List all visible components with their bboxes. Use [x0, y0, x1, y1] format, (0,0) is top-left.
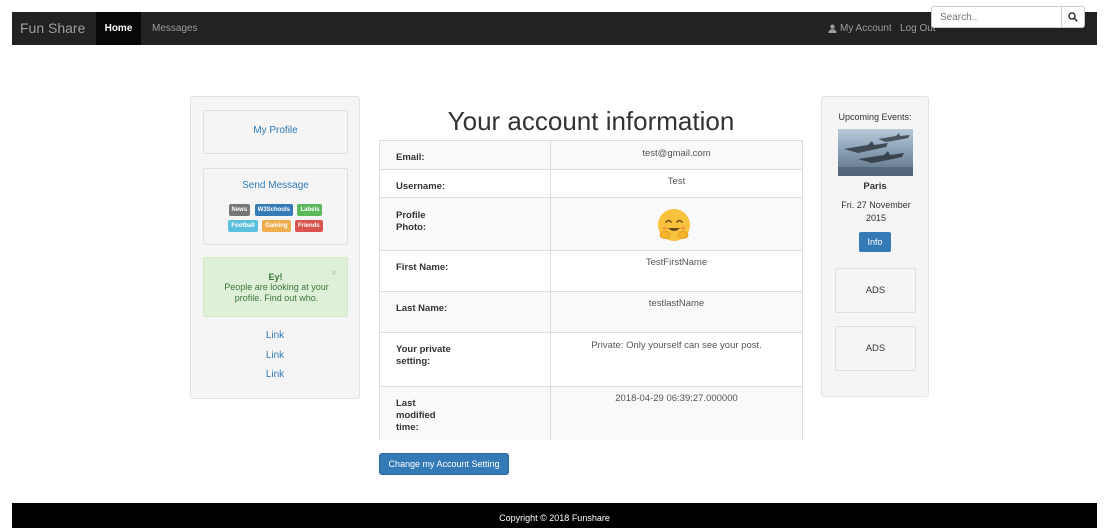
sidebar-link-1[interactable]: Link [191, 330, 359, 341]
tag-labels: News W3Schools Labels Football Gaming Fr… [204, 202, 347, 234]
table-row: Email: test@gmail.com [380, 141, 802, 170]
row-label-email: Email: [396, 152, 425, 163]
sidebar-link-3[interactable]: Link [191, 369, 359, 380]
my-profile-link[interactable]: My Profile [203, 110, 348, 154]
label-labels[interactable]: Labels [297, 204, 323, 216]
event-image [838, 129, 913, 176]
row-value-email: test@gmail.com [642, 148, 711, 159]
close-icon[interactable]: × [331, 268, 337, 279]
brand-logo[interactable]: Fun Share [20, 12, 85, 45]
alert-title: Ey! [268, 272, 283, 282]
row-label-username: Username: [396, 181, 446, 192]
table-row: Last Name: testlastName [380, 292, 802, 333]
label-w3schools[interactable]: W3Schools [254, 204, 293, 216]
row-value-last-modified: 2018-04-29 06:39:27.000000 [615, 393, 738, 404]
label-news[interactable]: News [228, 204, 251, 216]
row-label-last-name: Last Name: [396, 303, 448, 314]
nav-my-account[interactable]: My Account [828, 12, 892, 45]
table-row: Your private setting: Private: Only your… [380, 333, 802, 387]
search-button[interactable] [1062, 6, 1085, 28]
alert-text: People are looking at your profile. Find… [224, 282, 329, 303]
event-city: Paris [863, 181, 887, 192]
nav-home[interactable]: Home [96, 12, 141, 45]
search-icon [1068, 12, 1078, 22]
table-row: Profile Photo: [380, 198, 802, 251]
row-label-first-name: First Name: [396, 262, 449, 273]
row-value-last-name: testlastName [648, 298, 705, 309]
row-value-private-setting: Private: Only yourself can see your post… [591, 340, 762, 351]
row-label-photo: Profile Photo: [396, 210, 427, 233]
ads-box-2[interactable]: ADS [835, 326, 916, 371]
jets-image [838, 133, 913, 176]
account-info-table: Email: test@gmail.com Username: Test Pro… [379, 140, 803, 440]
change-account-setting-button[interactable]: Change my Account Setting [379, 453, 509, 475]
send-message-link[interactable]: Send Message [204, 180, 347, 191]
label-football[interactable]: Football [228, 220, 258, 232]
profile-photo-emoji [658, 209, 690, 241]
footer: Copyright © 2018 Funshare [12, 503, 1097, 528]
page-title: Your account information [447, 106, 735, 136]
table-row: Last modified time: 2018-04-29 06:39:27.… [380, 387, 802, 440]
right-sidebar: Upcoming Events: Paris Fri. 27 November … [821, 96, 929, 397]
row-value-username: Test [667, 176, 686, 187]
upcoming-events-title: Upcoming Events: [838, 112, 912, 122]
event-date: Fri. 27 November 2015 [841, 200, 911, 223]
left-sidebar: My Profile Send Message News W3Schools L… [190, 96, 360, 399]
row-label-private-setting: Your private setting: [396, 344, 451, 367]
sidebar-link-2[interactable]: Link [191, 350, 359, 361]
event-info-button[interactable]: Info [859, 232, 891, 252]
ads-box-1[interactable]: ADS [835, 268, 916, 313]
table-row: First Name: TestFirstName [380, 251, 802, 292]
nav-my-account-label: My Account [840, 23, 892, 34]
search-input[interactable] [931, 6, 1062, 28]
row-value-first-name: TestFirstName [645, 257, 708, 268]
send-message-box: Send Message News W3Schools Labels Footb… [203, 168, 348, 245]
table-row: Username: Test [380, 170, 802, 198]
nav-messages[interactable]: Messages [152, 12, 198, 45]
label-friends[interactable]: Friends [294, 220, 323, 232]
alert-box: Ey! × People are looking at your profile… [203, 257, 348, 317]
label-gaming[interactable]: Gaming [262, 220, 291, 232]
user-icon [828, 24, 837, 33]
row-label-last-modified: Last modified time: [396, 398, 436, 433]
